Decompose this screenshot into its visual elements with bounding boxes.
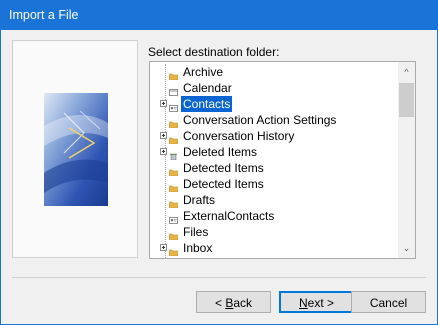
- folder-label: Files: [183, 225, 209, 239]
- folder-tree-list: Archive Calendar Contacts Conversation Acti…: [150, 64, 398, 257]
- folder-label: Detected Items: [183, 161, 264, 175]
- contacts-icon: [169, 212, 178, 224]
- title-bar: Import a File: [0, 0, 438, 30]
- folder-item[interactable]: Archive: [150, 64, 398, 81]
- folder-item[interactable]: Contacts: [150, 96, 398, 112]
- folder-icon: [168, 244, 179, 257]
- folder-label: Archive: [183, 65, 224, 79]
- folder-icon: [168, 68, 179, 81]
- folder-item[interactable]: Detected Items: [150, 176, 398, 193]
- import-wizard-graphic: [44, 93, 108, 206]
- folder-item[interactable]: Conversation History: [150, 128, 398, 145]
- expand-plus-icon[interactable]: [160, 132, 167, 139]
- folder-label: Inbox: [183, 241, 213, 255]
- destination-folder-prompt: Select destination folder:: [148, 45, 280, 59]
- folder-item[interactable]: Conversation Action Settings: [150, 112, 398, 129]
- scroll-up-arrow-icon[interactable]: ^: [398, 64, 415, 80]
- folder-item[interactable]: Inbox: [150, 240, 398, 257]
- folder-icon: [168, 132, 179, 145]
- folder-icon: [168, 116, 179, 129]
- calendar-icon: [169, 84, 178, 96]
- folder-label: Conversation Action Settings: [183, 113, 337, 127]
- folder-label: ExternalContacts: [183, 209, 275, 223]
- folder-item[interactable]: ExternalContacts: [150, 208, 398, 224]
- expand-plus-icon[interactable]: [160, 244, 167, 251]
- folder-label: Drafts: [183, 193, 216, 207]
- folder-item[interactable]: Files: [150, 224, 398, 241]
- next-accelerator: N: [298, 296, 308, 310]
- folder-tree[interactable]: Archive Calendar Contacts Conversation Acti…: [149, 61, 416, 259]
- back-prefix: <: [214, 296, 226, 310]
- folder-item[interactable]: Calendar: [150, 80, 398, 96]
- scroll-down-arrow-icon[interactable]: ⌄: [398, 240, 415, 256]
- expand-plus-icon[interactable]: [160, 100, 167, 107]
- folder-label: Detected Items: [183, 177, 264, 191]
- folder-icon: [168, 196, 179, 209]
- folder-item[interactable]: Drafts: [150, 192, 398, 209]
- scroll-thumb[interactable]: [399, 83, 414, 117]
- trash-icon: [169, 148, 178, 161]
- expand-plus-icon[interactable]: [160, 148, 167, 155]
- folder-label: Contacts: [181, 96, 233, 112]
- folder-icon: [168, 164, 179, 177]
- back-button[interactable]: < Back: [196, 291, 271, 313]
- folder-item[interactable]: Detected Items: [150, 160, 398, 177]
- contacts-icon: [169, 100, 178, 112]
- back-label-rest: ack: [233, 296, 253, 310]
- folder-icon: [168, 180, 179, 193]
- footer-separator: [12, 277, 426, 278]
- folder-label: Deleted Items: [183, 145, 258, 159]
- folder-label: Calendar: [183, 81, 232, 95]
- next-button[interactable]: Next >: [279, 291, 354, 313]
- folder-item[interactable]: Deleted Items: [150, 144, 398, 161]
- window-title: Import a File: [9, 8, 79, 22]
- folder-label: Conversation History: [183, 129, 295, 143]
- cancel-button[interactable]: Cancel: [351, 291, 426, 313]
- tree-scrollbar[interactable]: ^ ⌄: [398, 62, 415, 258]
- next-label-rest: ext >: [307, 296, 335, 310]
- folder-icon: [168, 228, 179, 241]
